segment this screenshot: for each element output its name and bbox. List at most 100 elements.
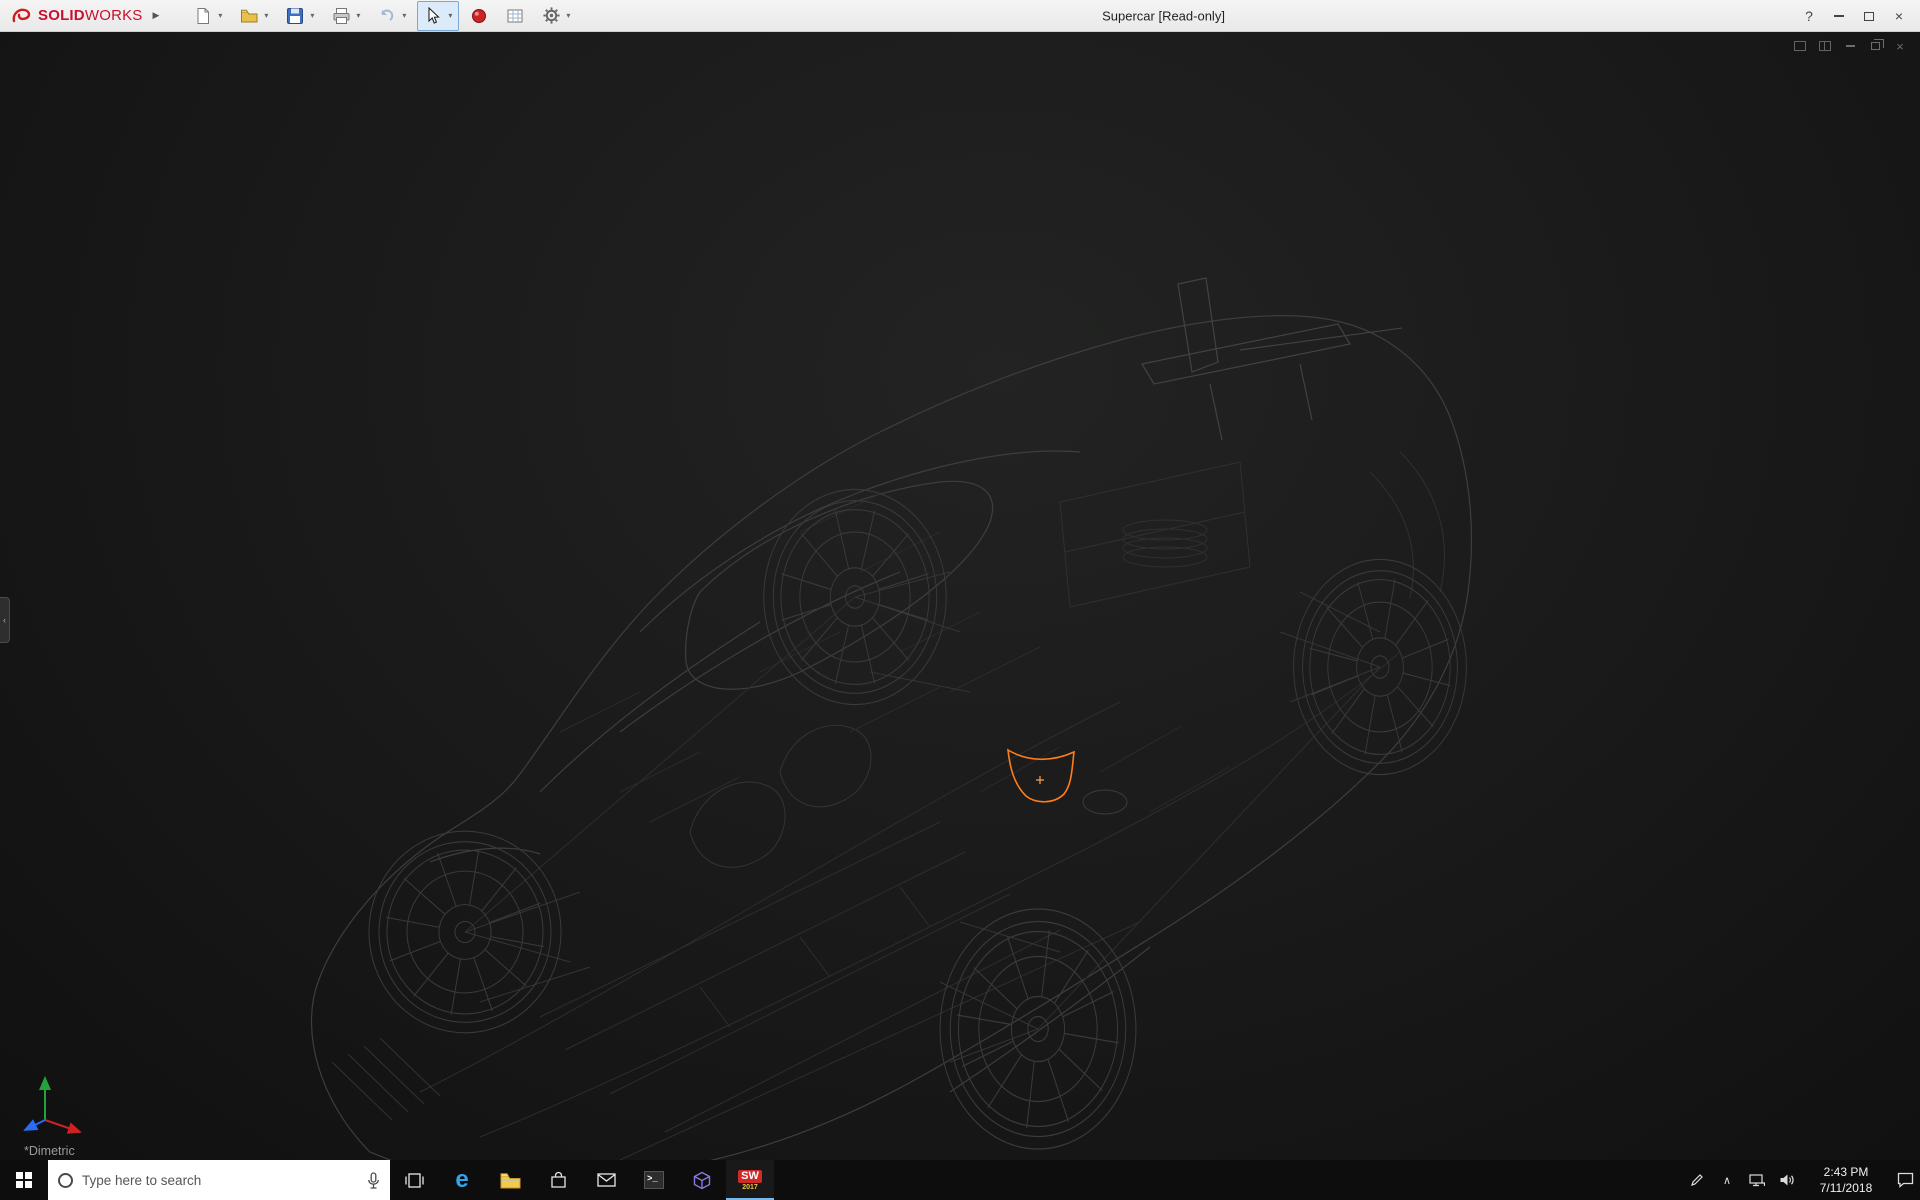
system-tray: ∧ 2:43 PM 7/11/2018 (1682, 1160, 1920, 1200)
car-body-outline (311, 316, 1471, 1160)
action-center-button[interactable] (1890, 1160, 1920, 1200)
new-document-group: ▾ (187, 1, 229, 31)
options-button[interactable] (539, 4, 563, 28)
3d-viewport[interactable]: × ‹ *Dimetric (0, 32, 1920, 1160)
edge-icon: e (455, 1168, 468, 1192)
options-caret[interactable]: ▾ (563, 11, 573, 20)
window-controls: ? × (1794, 0, 1914, 32)
start-icon (16, 1172, 32, 1188)
task-view-icon (405, 1172, 424, 1189)
document-minimize-icon (1846, 45, 1855, 47)
save-icon (286, 7, 304, 25)
save-caret[interactable]: ▾ (307, 11, 317, 20)
console-icon: >_ (644, 1171, 664, 1189)
solidworks-icon: SW 2017 (738, 1170, 762, 1191)
search-icon (58, 1173, 73, 1188)
microphone-icon[interactable] (367, 1172, 380, 1189)
volume-button[interactable] (1772, 1160, 1802, 1200)
undo-button[interactable] (375, 4, 399, 28)
select-button[interactable] (421, 4, 445, 28)
screen: SOLIDWORKS ▶ ▾ ▾ (0, 0, 1920, 1200)
clock-time: 2:43 PM (1824, 1164, 1869, 1180)
pen-button[interactable] (1682, 1160, 1712, 1200)
design-table-icon (506, 7, 524, 25)
front-grille (332, 1038, 440, 1120)
document-minimize-button[interactable] (1842, 39, 1858, 53)
start-button[interactable] (0, 1160, 48, 1200)
network-icon (1749, 1174, 1765, 1187)
3d-viewer-icon (693, 1171, 711, 1190)
taskbar-search[interactable] (48, 1160, 390, 1200)
suspension (465, 572, 1380, 1062)
view-orientation-label: *Dimetric (24, 1144, 75, 1158)
new-document-button[interactable] (191, 4, 215, 28)
mesh-detail (560, 494, 1230, 822)
solidworks-taskbar-button[interactable]: SW 2017 (726, 1160, 774, 1200)
maximize-button[interactable] (1854, 3, 1884, 29)
main-toolbar: ▾ ▾ ▾ (187, 1, 577, 31)
mail-button[interactable] (582, 1160, 630, 1200)
appearance-button[interactable] (467, 4, 491, 28)
pane-icon[interactable] (1792, 39, 1808, 53)
speaker-icon (1779, 1173, 1795, 1187)
chassis-rails (420, 597, 1400, 1160)
document-close-icon: × (1896, 40, 1904, 53)
red-sphere-icon (470, 7, 488, 25)
taskbar: e >_ (0, 1160, 1920, 1200)
store-icon (550, 1171, 567, 1189)
open-button[interactable] (237, 4, 261, 28)
minimize-icon (1834, 15, 1844, 17)
undo-icon (378, 7, 396, 25)
help-button[interactable]: ? (1794, 3, 1824, 29)
save-button[interactable] (283, 4, 307, 28)
store-button[interactable] (534, 1160, 582, 1200)
pane-split-glyph (1819, 41, 1831, 51)
chevron-up-icon: ∧ (1723, 1174, 1731, 1187)
print-caret[interactable]: ▾ (353, 11, 363, 20)
orientation-triad (25, 1078, 80, 1132)
seats (690, 725, 871, 867)
network-button[interactable] (1742, 1160, 1772, 1200)
search-input[interactable] (82, 1173, 358, 1188)
car-wireframe (0, 32, 1920, 1160)
console-button[interactable]: >_ (630, 1160, 678, 1200)
engine-detail (1060, 452, 1444, 607)
document-close-button[interactable]: × (1892, 39, 1908, 53)
new-document-caret[interactable]: ▾ (215, 11, 225, 20)
task-view-button[interactable] (390, 1160, 438, 1200)
panel-collapse-tab[interactable]: ‹ (0, 597, 10, 643)
close-button[interactable]: × (1884, 3, 1914, 29)
document-restore-button[interactable] (1867, 39, 1883, 53)
pane-glyph (1794, 41, 1806, 51)
pane-split-icon[interactable] (1817, 39, 1833, 53)
open-group: ▾ (233, 1, 275, 31)
menu-flyout-button[interactable]: ▶ (153, 10, 160, 21)
titlebar: SOLIDWORKS ▶ ▾ ▾ (0, 0, 1920, 32)
open-folder-icon (240, 7, 259, 25)
action-center-icon (1897, 1172, 1914, 1188)
document-restore-icon (1871, 42, 1880, 50)
file-explorer-icon (500, 1172, 521, 1189)
select-cursor-icon (425, 7, 441, 25)
options-group: ▾ (535, 1, 577, 31)
logo-text: SOLIDWORKS (38, 7, 143, 24)
new-document-icon (194, 7, 212, 25)
file-explorer-button[interactable] (486, 1160, 534, 1200)
open-caret[interactable]: ▾ (261, 11, 271, 20)
3d-viewer-button[interactable] (678, 1160, 726, 1200)
clock-date: 7/11/2018 (1820, 1180, 1873, 1196)
select-caret[interactable]: ▾ (445, 11, 455, 20)
mail-icon (597, 1173, 616, 1187)
tray-expand-button[interactable]: ∧ (1712, 1160, 1742, 1200)
window-title: Supercar [Read-only] (1102, 8, 1225, 23)
design-table-button[interactable] (503, 4, 527, 28)
print-button[interactable] (329, 4, 353, 28)
minimize-button[interactable] (1824, 3, 1854, 29)
document-window-controls: × (1792, 39, 1908, 53)
ds-logo-icon (10, 6, 34, 26)
edge-button[interactable]: e (438, 1160, 486, 1200)
undo-caret[interactable]: ▾ (399, 11, 409, 20)
print-group: ▾ (325, 1, 367, 31)
gear-icon (542, 6, 561, 25)
taskbar-clock[interactable]: 2:43 PM 7/11/2018 (1802, 1160, 1890, 1200)
